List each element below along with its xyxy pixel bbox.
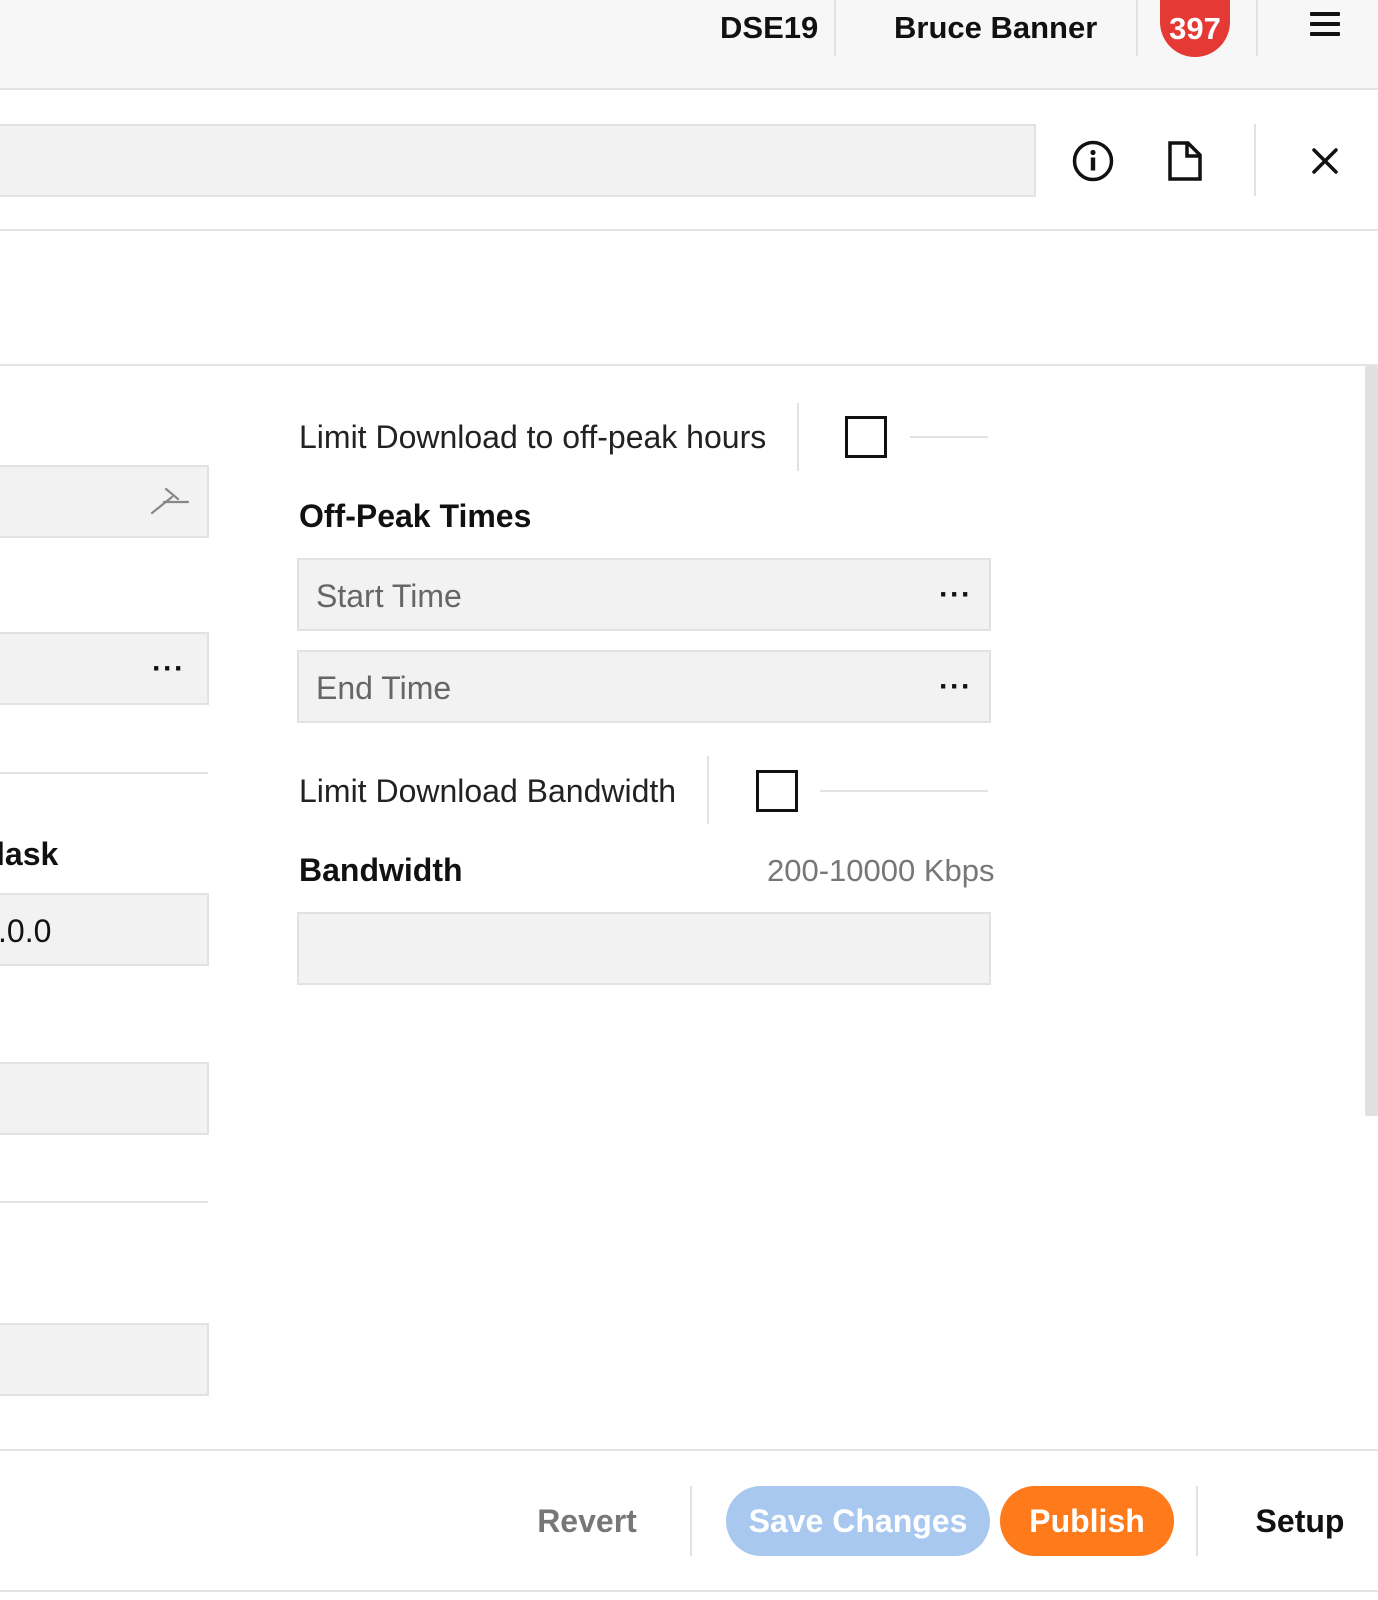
notification-badge[interactable]: 397 — [1160, 0, 1230, 57]
mask-value: .0.0 — [0, 913, 52, 949]
text-field[interactable] — [0, 1062, 209, 1135]
bandwidth-input[interactable] — [297, 912, 991, 985]
limit-off-peak-label: Limit Download to off-peak hours — [299, 419, 767, 455]
divider — [1254, 124, 1256, 196]
start-time-placeholder: Start Time — [316, 578, 462, 614]
divider — [834, 0, 836, 56]
select-field[interactable]: ··· — [0, 632, 209, 705]
divider — [0, 364, 1378, 366]
close-icon[interactable] — [1308, 144, 1342, 178]
divider — [0, 1590, 1378, 1592]
arrow-icon — [150, 485, 190, 522]
divider — [0, 229, 1378, 231]
scrollbar[interactable] — [1365, 366, 1378, 1116]
off-peak-times-heading: Off-Peak Times — [299, 498, 532, 534]
save-changes-button[interactable]: Save Changes — [726, 1486, 990, 1556]
divider — [1196, 1486, 1198, 1556]
divider — [910, 436, 988, 438]
divider — [0, 772, 208, 774]
limit-bandwidth-label: Limit Download Bandwidth — [299, 773, 677, 809]
text-field[interactable] — [0, 465, 209, 538]
end-time-placeholder: End Time — [316, 670, 452, 706]
bandwidth-heading: Bandwidth — [299, 852, 463, 888]
more-icon[interactable]: ··· — [939, 672, 972, 702]
revert-button[interactable]: Revert — [520, 1486, 654, 1556]
user-name[interactable]: Bruce Banner — [894, 0, 1097, 56]
divider — [0, 1449, 1378, 1451]
limit-off-peak-checkbox[interactable] — [845, 416, 887, 458]
end-time-field[interactable]: End Time ··· — [297, 650, 991, 723]
start-time-field[interactable]: Start Time ··· — [297, 558, 991, 631]
mask-label: lask — [0, 836, 59, 872]
text-field[interactable] — [0, 1323, 209, 1396]
divider — [1136, 0, 1138, 56]
divider — [690, 1486, 692, 1556]
setup-button[interactable]: Setup — [1240, 1486, 1360, 1556]
hamburger-menu-icon[interactable] — [1310, 12, 1340, 36]
title-field[interactable] — [0, 124, 1036, 197]
limit-bandwidth-checkbox[interactable] — [756, 770, 798, 812]
divider — [820, 790, 988, 792]
info-icon[interactable] — [1070, 138, 1116, 184]
site-name[interactable]: DSE19 — [720, 0, 818, 56]
top-bar: DSE19 Bruce Banner 397 — [0, 0, 1378, 90]
publish-button[interactable]: Publish — [1000, 1486, 1174, 1556]
divider — [707, 756, 709, 824]
divider — [0, 1201, 208, 1203]
more-icon[interactable]: ··· — [939, 580, 972, 610]
divider — [1256, 0, 1258, 56]
bandwidth-range-hint: 200-10000 Kbps — [767, 853, 995, 888]
more-icon[interactable]: ··· — [152, 654, 185, 684]
divider — [797, 403, 799, 471]
mask-field[interactable]: .0.0 — [0, 893, 209, 966]
document-icon[interactable] — [1164, 138, 1206, 184]
